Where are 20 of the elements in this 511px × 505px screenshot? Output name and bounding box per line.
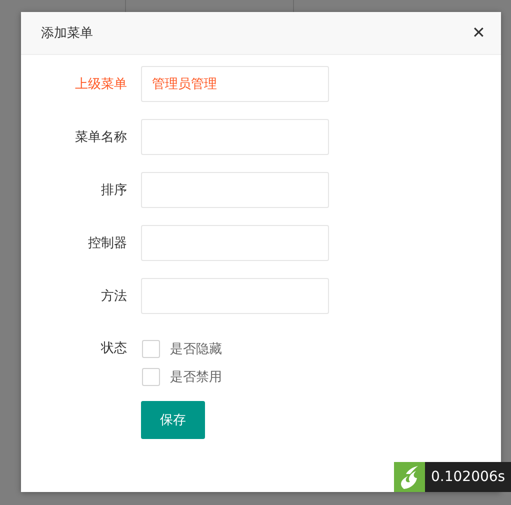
input-field[interactable] (141, 225, 329, 261)
input-field[interactable] (141, 172, 329, 208)
checkbox-label[interactable]: 是否隐藏 (170, 340, 222, 358)
field-label: 方法 (100, 288, 127, 305)
close-button[interactable]: ✕ (468, 23, 489, 43)
input-field[interactable]: 管理员管理 (141, 66, 329, 102)
input-field[interactable] (141, 278, 329, 314)
field-label: 上级菜单 (74, 76, 127, 93)
dialog-title: 添加菜单 (41, 25, 93, 42)
field-label: 控制器 (87, 235, 127, 252)
field-label: 菜单名称 (74, 129, 127, 146)
checkbox[interactable] (142, 368, 160, 386)
input-field[interactable] (141, 119, 329, 155)
field-label: 排序 (100, 182, 127, 199)
save-button[interactable]: 保存 (141, 401, 205, 439)
checkbox[interactable] (142, 340, 160, 358)
flame-logo-icon[interactable] (394, 462, 425, 492)
runtime-label: 0.102006s (425, 462, 511, 492)
field-label: 状态 (100, 340, 127, 358)
checkbox-label[interactable]: 是否禁用 (170, 368, 222, 386)
